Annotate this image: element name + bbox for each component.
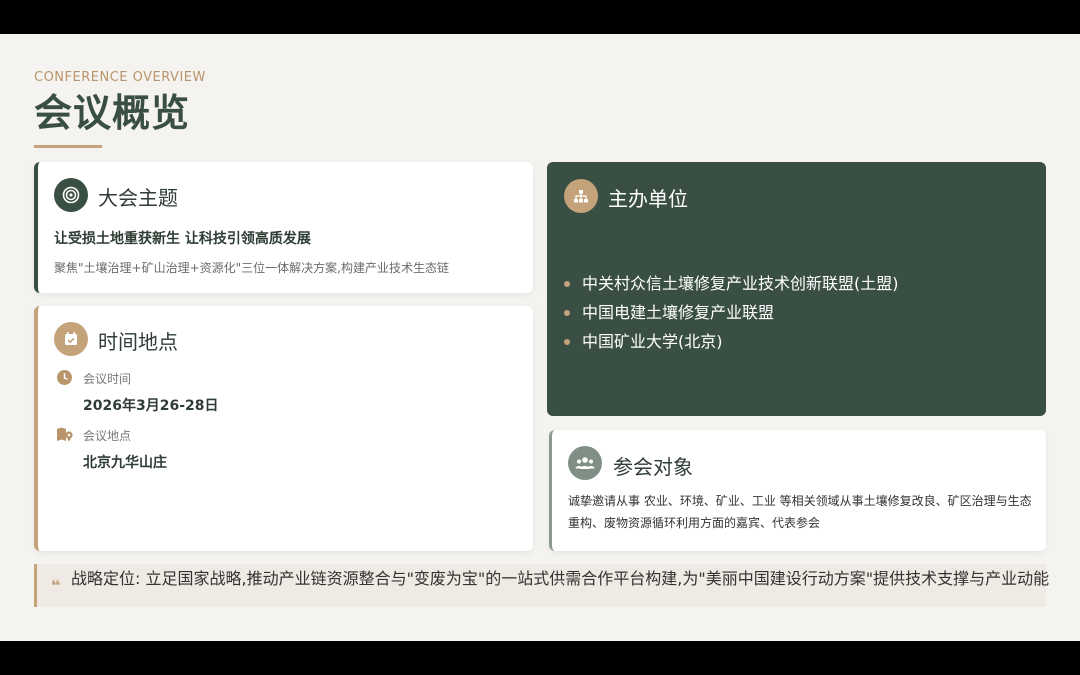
list-item: 中国矿业大学(北京) bbox=[563, 330, 899, 359]
quote-icon: ❝ bbox=[51, 576, 61, 595]
slide: CONFERENCE OVERVIEW 会议概览 大会主题 让受损土地重获新生 … bbox=[0, 34, 1080, 641]
time-label: 会议时间 bbox=[83, 372, 132, 386]
time-value: 2026年3月26-28日 bbox=[83, 398, 219, 414]
host-item-text: 中关村众信土壤修复产业技术创新联盟(土盟) bbox=[582, 274, 899, 293]
host-item-text: 中国电建土壤修复产业联盟 bbox=[582, 303, 775, 322]
strategy-text: 战略定位: 立足国家战略,推动产业链资源整合与"变废为宝"的一站式供需合作平台构… bbox=[71, 569, 1050, 588]
audience-heading: 参会对象 bbox=[613, 455, 693, 479]
host-list: 中关村众信土壤修复产业技术创新联盟(土盟) 中国电建土壤修复产业联盟 中国矿业大… bbox=[563, 272, 899, 359]
theme-sub-text: 聚焦"土壤治理+矿山治理+资源化"三位一体解决方案,构建产业技术生态链 bbox=[54, 261, 449, 275]
time-place-heading: 时间地点 bbox=[98, 330, 178, 354]
place-value: 北京九华山庄 bbox=[83, 455, 167, 471]
host-item-text: 中国矿业大学(北京) bbox=[582, 332, 723, 351]
theme-heading: 大会主题 bbox=[98, 186, 178, 210]
map-pin-icon bbox=[56, 426, 74, 444]
theme-card: 大会主题 让受损土地重获新生 让科技引领高质发展 聚焦"土壤治理+矿山治理+资源… bbox=[34, 162, 533, 293]
strategy-banner: ❝ 战略定位: 立足国家战略,推动产业链资源整合与"变废为宝"的一站式供需合作平… bbox=[34, 564, 1049, 607]
target-icon bbox=[54, 178, 88, 212]
audience-text: 诚挚邀请从事 农业、环境、矿业、工业 等相关领域从事土壤修复改良、矿区治理与生态… bbox=[568, 494, 1032, 530]
time-place-card: 时间地点 会议时间 2026年3月26-28日 会议地点 北京九华山庄 bbox=[34, 306, 533, 551]
list-item: 中国电建土壤修复产业联盟 bbox=[563, 301, 899, 330]
bullet-dot bbox=[564, 281, 570, 287]
users-icon bbox=[568, 446, 602, 480]
page-title: 会议概览 bbox=[34, 91, 191, 135]
title-underline bbox=[34, 145, 102, 148]
bullet-dot bbox=[564, 339, 570, 345]
calendar-check-icon bbox=[54, 322, 88, 356]
bullet-dot bbox=[564, 310, 570, 316]
host-heading: 主办单位 bbox=[608, 187, 688, 211]
clock-icon bbox=[56, 369, 74, 387]
host-card: 主办单位 中关村众信土壤修复产业技术创新联盟(土盟) 中国电建土壤修复产业联盟 … bbox=[547, 162, 1046, 416]
place-label: 会议地点 bbox=[83, 429, 132, 443]
org-chart-icon bbox=[564, 179, 598, 213]
list-item: 中关村众信土壤修复产业技术创新联盟(土盟) bbox=[563, 272, 899, 301]
audience-card: 参会对象 诚挚邀请从事 农业、环境、矿业、工业 等相关领域从事土壤修复改良、矿区… bbox=[549, 430, 1046, 551]
theme-main-text: 让受损土地重获新生 让科技引领高质发展 bbox=[54, 231, 311, 247]
